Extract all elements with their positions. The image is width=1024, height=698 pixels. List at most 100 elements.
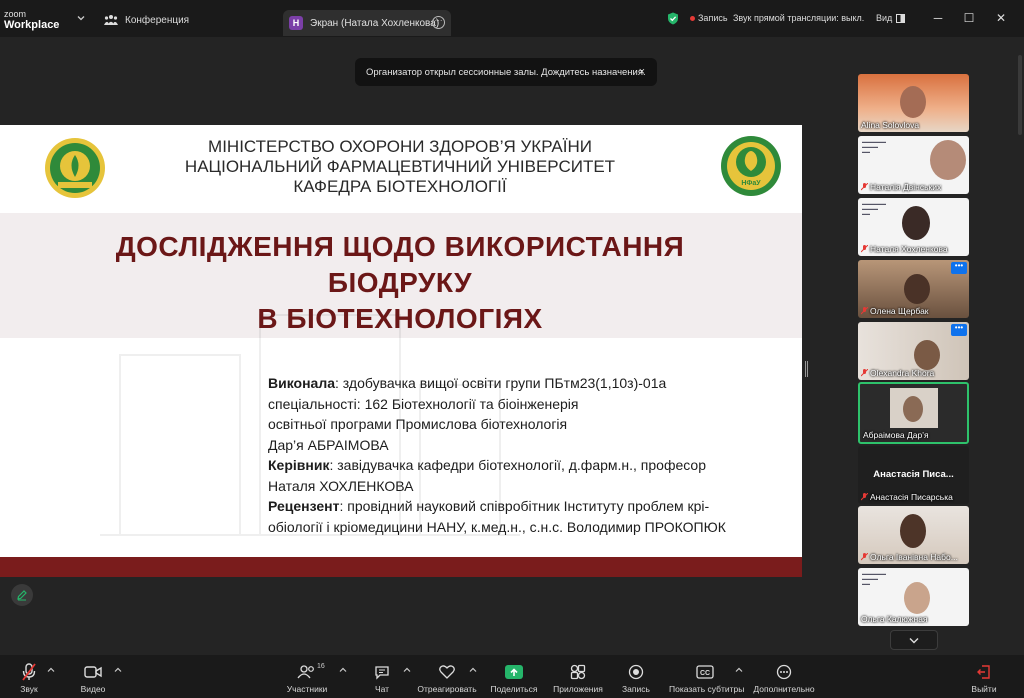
react-button[interactable]: Отреагировать [417,662,477,694]
reviewer-label: Рецензент [268,498,340,514]
tab-conference[interactable]: Конференция [104,9,189,31]
chat-options-caret-icon[interactable] [403,667,411,673]
apps-button[interactable]: Приложения [552,662,604,694]
performer-name: Дар’я АБРАІМОВА [268,436,389,453]
participant-tile[interactable]: Alina Solovlova [858,74,969,132]
reviewer-text: : провідний науковий співробітник Інстит… [339,498,710,514]
maximize-icon[interactable]: ☐ [963,12,975,24]
participant-video [930,140,966,180]
close-window-icon[interactable]: ✕ [995,12,1007,24]
title-line-2: БІОДРУКУ [327,267,473,298]
participant-options-button[interactable]: ••• [951,262,967,274]
apps-label: Приложения [553,684,603,694]
participant-tile[interactable]: ▬▬▬▬▬▬ ▬▬▬▬ ▬▬ Наталя Хохленкова [858,198,969,256]
audio-options-caret-icon[interactable] [47,667,55,673]
muted-mic-icon [861,307,868,315]
performer-program: освітньої програми Промислова біотехноло… [268,416,568,432]
closed-captions-icon: CC [696,665,714,679]
participants-count: 16 [317,663,325,670]
chat-button[interactable]: Чат [370,662,394,694]
zoom-window: zoom Workplace Конференция Н Экран (Ната… [0,0,1024,698]
participants-page-down-button[interactable] [890,630,938,650]
close-notification-icon[interactable]: × [639,66,645,78]
video-button[interactable]: Видео [78,662,108,694]
minimize-icon[interactable]: ─ [932,12,944,24]
participant-video [904,582,930,614]
chevron-down-icon [909,637,919,643]
supervisor-name: Наталя ХОХЛЕНКОВА [268,477,414,494]
slide-title: ДОСЛІДЖЕННЯ ЩОДО ВИКОРИСТАННЯ БІОДРУКУ В… [30,229,770,337]
participants-label: Участники [286,684,328,694]
live-stream-audio-status[interactable]: Звук прямой трансляции: выкл. [733,13,864,23]
captions-options-caret-icon[interactable] [735,667,743,673]
slide-header: МІНІСТЕРСТВО ОХОРОНИ ЗДОРОВ’Я УКРАЇНИ НА… [140,137,660,197]
participant-video [914,340,940,370]
supervisor-text: : завідувачка кафедри біотехнології, д.ф… [329,457,706,473]
scrollbar[interactable] [1018,55,1022,135]
share-screen-icon [505,665,523,679]
breakout-rooms-notification: Организатор открыл сессионные залы. Дожд… [355,58,657,86]
more-label: Дополнительно [753,684,815,694]
title-line-1: ДОСЛІДЖЕННЯ ЩОДО ВИКОРИСТАННЯ [115,231,685,262]
screen-share-badge: Н [289,16,303,30]
show-captions-button[interactable]: CC Показать субтитры [669,662,744,694]
chevron-down-icon[interactable] [75,12,87,24]
supervisor-label: Керівник [268,457,330,473]
participant-tile[interactable]: ••• Олена Щербак [858,260,969,318]
video-options-caret-icon[interactable] [114,667,122,673]
more-options-icon[interactable]: ··· [432,16,445,29]
participant-name: Alina Solovlova [861,120,920,130]
participant-tile[interactable]: ▬▬▬▬▬▬ ▬▬▬▬ ▬▬ Наталія Двінських [858,136,969,194]
muted-mic-icon [861,553,868,561]
participant-tile[interactable]: Анастасія Писа... Анастасія Писарська [858,446,969,504]
participant-tile[interactable]: ••• Olexandra Khora [858,322,969,380]
record-label: Запись [622,684,650,694]
university-emblem-left [45,138,105,198]
view-button[interactable]: Вид [876,13,906,23]
tab-conference-label: Конференция [125,14,190,26]
leave-door-icon [977,665,990,679]
more-button[interactable]: Дополнительно [753,662,815,694]
audio-button[interactable]: Звук [14,662,44,694]
title-line-3: В БІОТЕХНОЛОГІЯХ [257,303,543,334]
participant-tile[interactable]: ▬▬▬▬▬▬ ▬▬▬▬ ▬▬ Ольга Калюжная [858,568,969,626]
record-button[interactable]: Запись [620,662,652,694]
emblem-abbreviation: НФаУ [741,180,761,187]
recording-label: Запись [698,13,728,23]
participant-tile-active-speaker[interactable]: Абраімова Дар’я [858,382,969,444]
title-bar: zoom Workplace Конференция Н Экран (Ната… [0,0,1024,37]
conference-icon [104,15,118,25]
grid-view-icon [896,13,906,23]
tab-screen-label: Экран (Натала Хохленкова) [310,17,440,29]
react-options-caret-icon[interactable] [469,667,477,673]
participant-name: Olexandra Khora [870,368,935,378]
participant-tile[interactable]: Ольга Іванівна Набо... [858,506,969,564]
participant-video [900,514,926,548]
participant-name: Абраімова Дар’я [863,430,929,440]
participant-name: Ольга Іванівна Набо... [870,552,958,562]
annotate-button[interactable] [11,584,33,606]
participant-options-button[interactable]: ••• [951,324,967,336]
recording-indicator[interactable]: Запись [690,13,728,23]
tab-screen-share[interactable]: Н Экран (Натала Хохленкова) ··· [283,10,451,36]
zoom-workplace-logo: zoom Workplace [4,9,59,31]
meeting-controls-toolbar: Звук Видео Участники 16 Чат Отреагироват… [0,655,1024,698]
encryption-shield-icon[interactable] [667,12,679,25]
video-camera-icon [84,666,102,678]
captions-badge: CC [700,670,710,677]
microphone-muted-icon [22,663,36,681]
chat-bubble-icon [375,665,389,680]
leave-meeting-button[interactable]: Выйти [968,662,1000,694]
participant-display-name: Анастасія Писа... [873,469,954,480]
participant-name: Наталя Хохленкова [870,244,948,254]
splitter-handle[interactable] [805,361,808,377]
share-screen-button[interactable]: Поделиться [490,662,538,694]
react-label: Отреагировать [417,684,477,694]
participants-options-caret-icon[interactable] [339,667,347,673]
chat-label: Чат [374,684,390,694]
participant-name: Анастасія Писарська [870,492,953,502]
view-label: Вид [876,13,893,23]
muted-mic-icon [861,245,868,253]
notification-text: Организатор открыл сессионные залы. Дожд… [366,66,646,78]
ministry-line: МІНІСТЕРСТВО ОХОРОНИ ЗДОРОВ’Я УКРАЇНИ [208,137,592,156]
